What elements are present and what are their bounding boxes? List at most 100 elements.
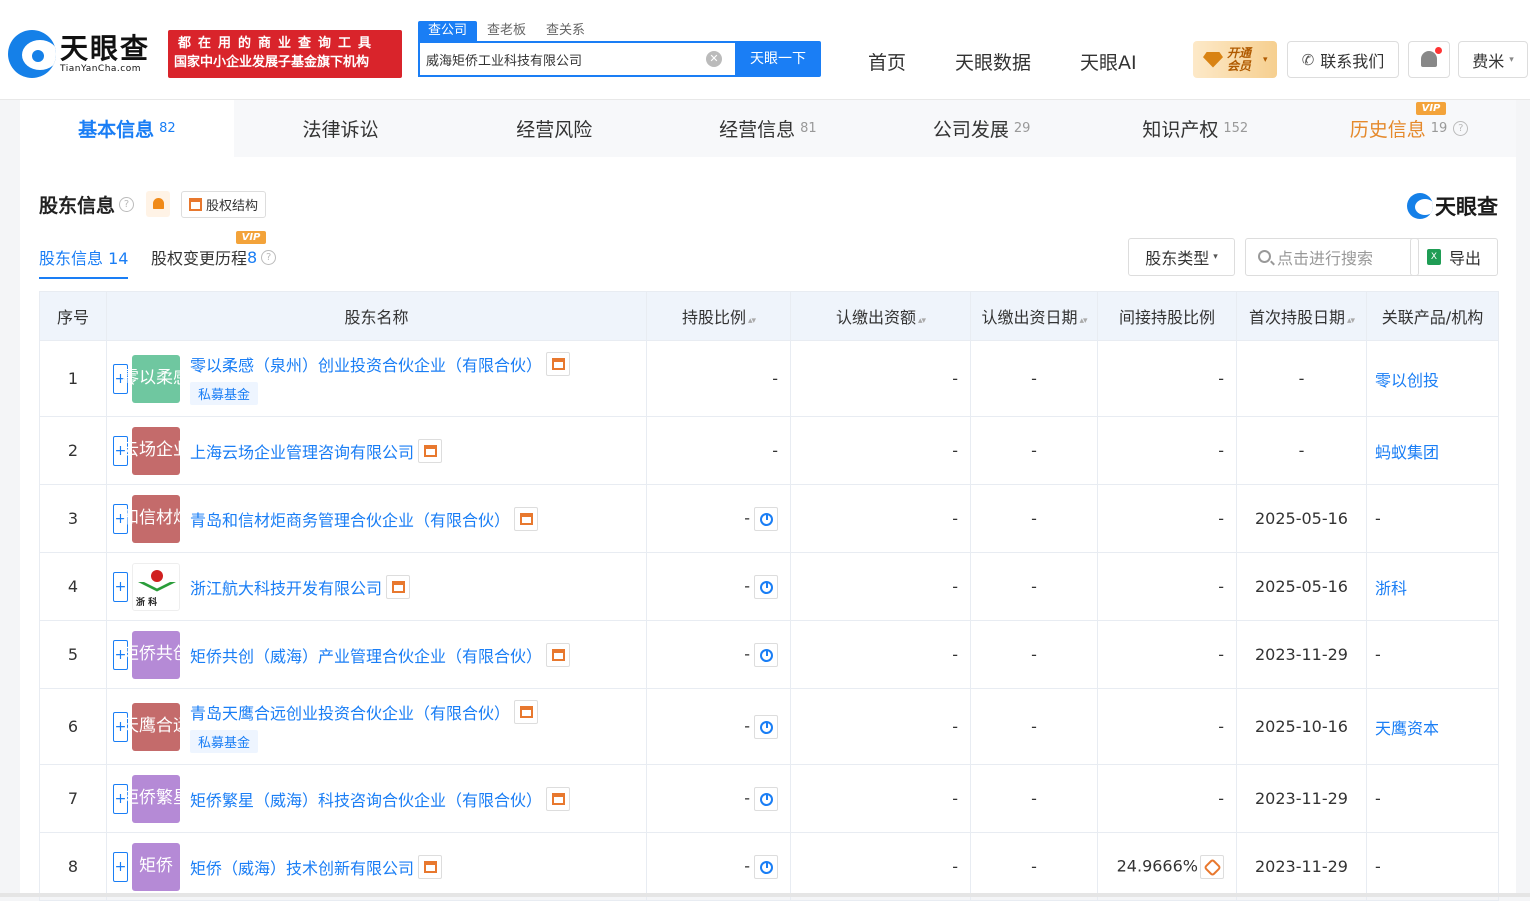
col-ratio[interactable]: 持股比例 ▴▾ bbox=[646, 291, 791, 341]
nav-home[interactable]: 首页 bbox=[868, 48, 906, 75]
table-search-input[interactable] bbox=[1277, 247, 1412, 269]
pie-chart-icon[interactable] bbox=[754, 574, 778, 599]
clear-icon[interactable]: ✕ bbox=[706, 51, 722, 67]
pie-chart-icon[interactable] bbox=[754, 714, 778, 739]
col-amount[interactable]: 认缴出资额 ▴▾ bbox=[790, 291, 971, 341]
ratio-cell: - bbox=[646, 764, 791, 833]
related-link[interactable]: 零以创投 bbox=[1375, 371, 1439, 390]
fund-tag: 私募基金 bbox=[190, 382, 259, 405]
tianyancha-logo[interactable]: 天眼查 TianYanCha.com bbox=[8, 30, 150, 78]
subtab-shareholders[interactable]: 股东信息 14 bbox=[39, 245, 129, 279]
org-chart-icon[interactable] bbox=[418, 438, 443, 463]
tab-operation[interactable]: 经营信息 81 bbox=[661, 100, 875, 157]
tab-basic-info[interactable]: 基本信息 82 bbox=[20, 100, 234, 157]
row-index: 4 bbox=[39, 552, 107, 621]
related-cell: 零以创投 bbox=[1366, 340, 1499, 417]
related-link[interactable]: 浙科 bbox=[1375, 579, 1407, 598]
col-first-date[interactable]: 首次持股日期 ▴▾ bbox=[1236, 291, 1367, 341]
tab-label: 知识产权 bbox=[1142, 119, 1219, 141]
tab-ip[interactable]: 知识产权 152 bbox=[1088, 100, 1302, 157]
search-tab-boss[interactable]: 查老板 bbox=[477, 21, 536, 41]
pie-chart-icon[interactable] bbox=[754, 786, 778, 811]
table-row: 1 + 零以柔感 零以柔感（泉州）创业投资合伙企业（有限合伙） 私募基金 - -… bbox=[39, 340, 1499, 417]
shareholder-name-link[interactable]: 青岛和信材炬商务管理合伙企业（有限合伙） bbox=[190, 507, 510, 531]
help-icon[interactable]: ? bbox=[119, 197, 134, 212]
org-chart-icon[interactable] bbox=[546, 642, 571, 667]
shareholder-cell: + 矩侨繁星 矩侨繁星（威海）科技咨询合伙企业（有限合伙） bbox=[106, 764, 647, 833]
shareholder-name-link[interactable]: 零以柔感（泉州）创业投资合伙企业（有限合伙） bbox=[190, 352, 542, 376]
tab-development[interactable]: 公司发展 29 bbox=[875, 100, 1089, 157]
related-value: - bbox=[1375, 789, 1381, 808]
search-tab-company[interactable]: 查公司 bbox=[418, 21, 478, 41]
related-link[interactable]: 蚂蚁集团 bbox=[1375, 443, 1439, 462]
subtab-label: 股权变更历程 bbox=[151, 249, 248, 268]
shareholder-name-link[interactable]: 矩侨繁星（威海）科技咨询合伙企业（有限合伙） bbox=[190, 787, 542, 811]
user-name: 费米 bbox=[1472, 51, 1505, 71]
help-icon[interactable]: ? bbox=[1453, 121, 1469, 136]
nav-ai[interactable]: 天眼AI bbox=[1080, 48, 1137, 75]
help-icon[interactable]: ? bbox=[261, 249, 277, 265]
equity-structure-button[interactable]: 股权结构 bbox=[181, 191, 267, 218]
monitor-button[interactable] bbox=[146, 191, 170, 217]
tab-history[interactable]: 历史信息 19? bbox=[1302, 100, 1516, 157]
expand-icon[interactable]: + bbox=[113, 851, 128, 882]
section-title: 股东信息 bbox=[39, 195, 116, 217]
related-link[interactable]: 天鹰资本 bbox=[1375, 719, 1439, 738]
amount-cell: - bbox=[790, 340, 971, 417]
shareholder-name-link[interactable]: 矩侨（威海）技术创新有限公司 bbox=[190, 855, 414, 879]
indirect-cell: - bbox=[1097, 620, 1237, 689]
contact-button[interactable]: ✆ 联系我们 bbox=[1287, 41, 1399, 78]
search-input[interactable] bbox=[426, 43, 706, 75]
tab-label: 基本信息 bbox=[78, 119, 155, 141]
ratio-value: - bbox=[772, 369, 778, 388]
tab-label: 经营信息 bbox=[719, 119, 796, 141]
shareholder-name-link[interactable]: 矩侨共创（威海）产业管理合伙企业（有限合伙） bbox=[190, 643, 542, 667]
tab-risk[interactable]: 经营风险 bbox=[447, 100, 661, 157]
pie-chart-icon[interactable] bbox=[754, 642, 778, 667]
vip-button[interactable]: 开通会员 ▾ bbox=[1193, 41, 1277, 78]
shareholder-name-link[interactable]: 上海云场企业管理咨询有限公司 bbox=[190, 439, 414, 463]
org-chart-icon[interactable] bbox=[418, 854, 443, 879]
vip-badge: VIP bbox=[1416, 102, 1446, 115]
expand-icon[interactable]: + bbox=[113, 571, 128, 602]
org-chart-icon[interactable] bbox=[546, 352, 571, 376]
shareholder-type-select[interactable]: 股东类型 ▾ bbox=[1128, 238, 1235, 276]
search-button[interactable]: 天眼一下 bbox=[735, 41, 821, 77]
org-chart-icon[interactable] bbox=[546, 786, 571, 811]
logo-subtitle: TianYanCha.com bbox=[60, 64, 142, 74]
org-chart-icon[interactable] bbox=[514, 506, 539, 531]
company-avatar: 和信材炬 bbox=[122, 494, 190, 543]
search-tab-relation[interactable]: 查关系 bbox=[536, 21, 595, 41]
table-row: 4 + 浙 科 浙江航大科技开发有限公司 - - - - 2025-05-16 … bbox=[39, 552, 1499, 621]
indirect-value: - bbox=[1218, 577, 1224, 596]
shareholder-name-link[interactable]: 浙江航大科技开发有限公司 bbox=[190, 575, 382, 599]
notification-button[interactable] bbox=[1408, 41, 1450, 78]
company-avatar: 天鹰合远 bbox=[122, 702, 190, 751]
subtab-equity-history[interactable]: 股权变更历程 8? bbox=[151, 245, 277, 269]
logo-title: 天眼查 bbox=[60, 32, 151, 65]
tab-label: 经营风险 bbox=[516, 119, 593, 141]
pie-chart-icon[interactable] bbox=[754, 854, 778, 879]
company-avatar: 矩侨 bbox=[132, 842, 180, 891]
promo-banner[interactable]: 都在用的商业查询工具 国家中小企业发展子基金旗下机构 bbox=[168, 30, 402, 78]
equity-label: 股权结构 bbox=[206, 199, 259, 214]
org-chart-icon[interactable] bbox=[514, 700, 539, 724]
indirect-cell: - bbox=[1097, 484, 1237, 553]
first-date-cell: - bbox=[1236, 340, 1367, 417]
ratio-value: - bbox=[744, 788, 750, 807]
indirect-cell: - bbox=[1097, 552, 1237, 621]
row-index: 7 bbox=[39, 764, 107, 833]
export-button[interactable]: X 导出 bbox=[1410, 238, 1498, 276]
org-chart-icon[interactable] bbox=[386, 574, 411, 599]
col-date[interactable]: 认缴出资日期 ▴▾ bbox=[970, 291, 1098, 341]
pie-chart-icon[interactable] bbox=[754, 506, 778, 531]
shareholder-name-link[interactable]: 青岛天鹰合远创业投资合伙企业（有限合伙） bbox=[190, 700, 510, 724]
first-date-cell: 2025-05-16 bbox=[1236, 552, 1367, 621]
path-icon[interactable] bbox=[1200, 854, 1224, 879]
tab-label: 历史信息 bbox=[1349, 119, 1426, 141]
user-menu[interactable]: 费米 ▾ bbox=[1458, 41, 1528, 78]
tab-legal[interactable]: 法律诉讼 bbox=[234, 100, 448, 157]
col-label: 认缴出资日期 bbox=[981, 308, 1078, 327]
ratio-cell: - bbox=[646, 484, 791, 553]
nav-data[interactable]: 天眼数据 bbox=[955, 48, 1031, 75]
